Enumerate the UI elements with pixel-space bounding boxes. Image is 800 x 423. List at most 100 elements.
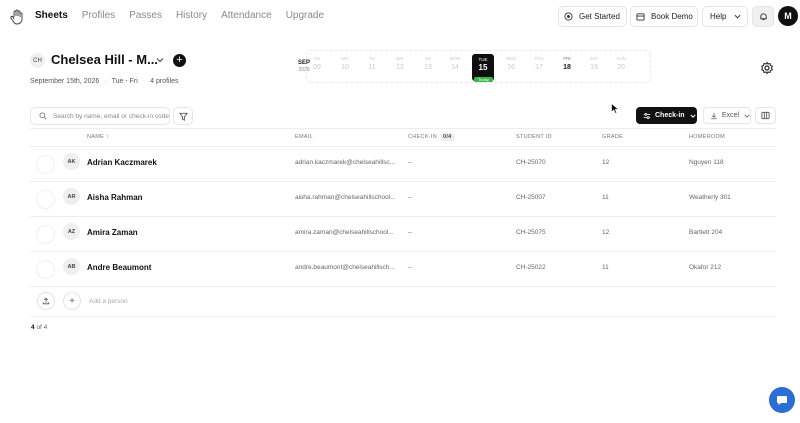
- sheet-profiles: 4 profiles: [150, 78, 179, 85]
- columns-button[interactable]: [755, 107, 776, 124]
- nav-history[interactable]: History: [176, 10, 207, 21]
- person-name[interactable]: Aisha Rahman: [87, 193, 143, 202]
- calendar-day[interactable]: SUN 20: [610, 56, 632, 71]
- person-grade: 12: [602, 159, 610, 166]
- row-select-checkbox[interactable]: [36, 225, 55, 244]
- chevron-down-icon: [734, 14, 741, 19]
- upload-button[interactable]: [37, 292, 55, 310]
- person-grade: 12: [602, 229, 610, 236]
- table-row[interactable]: AZ Amira Zaman amira.zaman@chelseahillsc…: [30, 217, 776, 252]
- column-header-name[interactable]: NAME ↑: [87, 134, 109, 140]
- search-input[interactable]: Search by name, email or check-in code: [30, 107, 170, 125]
- calendar-day[interactable]: TU 11: [361, 56, 383, 71]
- column-header-email[interactable]: EMAIL: [295, 134, 313, 140]
- add-person-row: + Add a person: [30, 287, 776, 317]
- chat-support-button[interactable]: [769, 387, 795, 413]
- excel-export-button[interactable]: Excel: [703, 107, 751, 124]
- person-grade: 11: [602, 264, 609, 271]
- sheet-title[interactable]: Chelsea Hill - M...: [51, 52, 158, 67]
- avatar: AR: [63, 188, 80, 205]
- download-icon: [711, 112, 717, 119]
- person-email: amira.zaman@chelseahillschool...: [295, 229, 394, 236]
- checkin-count-badge: 0/4: [439, 133, 455, 141]
- person-grade: 11: [602, 194, 609, 201]
- row-select-checkbox[interactable]: [36, 260, 55, 279]
- search-placeholder: Search by name, email or check-in code: [53, 112, 169, 120]
- nav-attendance[interactable]: Attendance: [221, 10, 272, 21]
- hand-logo-icon[interactable]: [10, 9, 24, 25]
- sheet-subline: September 15th, 2026 · Tue - Fri · 4 profile…: [30, 78, 179, 85]
- column-header-grade[interactable]: GRADE: [602, 134, 623, 140]
- today-badge: Today: [474, 77, 493, 82]
- table-row[interactable]: AK Adrian Kaczmarek adrian.kaczmarek@che…: [30, 147, 776, 182]
- person-student-id: CH-25070: [516, 159, 546, 166]
- person-email: aisha.rahman@chelseahillschool...: [295, 194, 396, 201]
- nav-passes[interactable]: Passes: [129, 10, 162, 21]
- sort-arrow-icon: ↑: [105, 134, 109, 140]
- notifications-button[interactable]: [752, 6, 774, 27]
- user-avatar[interactable]: M: [778, 6, 798, 26]
- calendar-day[interactable]: FRI 18: [556, 56, 578, 71]
- filter-icon: [178, 112, 188, 121]
- person-checkin[interactable]: –: [408, 194, 412, 201]
- target-icon: [564, 12, 573, 21]
- book-demo-button[interactable]: Book Demo: [630, 6, 698, 27]
- book-demo-label: Book Demo: [651, 12, 693, 21]
- sheet-days: Tue - Fri: [111, 78, 138, 85]
- plus-icon: +: [69, 295, 75, 307]
- help-button[interactable]: Help: [702, 6, 748, 27]
- pager-current: 4: [31, 324, 35, 331]
- person-checkin[interactable]: –: [408, 159, 412, 166]
- person-name[interactable]: Adrian Kaczmarek: [87, 158, 157, 167]
- excel-label: Excel: [721, 112, 740, 119]
- calendar-day[interactable]: MO 10: [334, 56, 356, 71]
- person-name[interactable]: Andre Beaumont: [87, 263, 151, 272]
- column-header-student-id[interactable]: STUDENT ID: [516, 134, 552, 140]
- get-started-label: Get Started: [579, 12, 620, 21]
- upload-icon: [42, 297, 50, 305]
- chevron-down-icon: [744, 114, 750, 118]
- nav-sheets[interactable]: Sheets: [35, 10, 68, 21]
- column-header-checkin[interactable]: CHECK-IN 0/4: [408, 133, 455, 141]
- sheet-date[interactable]: September 15th, 2026: [30, 78, 99, 85]
- calendar-day[interactable]: WE 12: [389, 56, 411, 71]
- bell-icon: [759, 13, 767, 21]
- sliders-icon: [643, 112, 651, 119]
- check-in-button[interactable]: Check-in: [636, 107, 697, 124]
- person-student-id: CH-25075: [516, 229, 546, 236]
- calendar-day[interactable]: THU 17: [528, 56, 550, 71]
- top-nav: Sheets Profiles Passes History Attendanc…: [0, 0, 800, 33]
- column-header-homeroom[interactable]: HOMEROOM: [689, 134, 725, 140]
- person-checkin[interactable]: –: [408, 229, 412, 236]
- person-name[interactable]: Amira Zaman: [87, 228, 138, 237]
- settings-gear-icon[interactable]: [760, 61, 774, 75]
- person-student-id: CH-25022: [516, 264, 546, 271]
- calendar-day[interactable]: SAT 19: [583, 56, 605, 71]
- table-row[interactable]: AR Aisha Rahman aisha.rahman@chelseahill…: [30, 182, 776, 217]
- filter-button[interactable]: [173, 107, 193, 125]
- nav-upgrade[interactable]: Upgrade: [286, 10, 324, 21]
- row-select-checkbox[interactable]: [36, 190, 55, 209]
- person-homeroom: Weatherly 301: [689, 194, 731, 201]
- chevron-down-icon[interactable]: [156, 56, 164, 64]
- pagination: 4 of 4: [31, 324, 47, 331]
- add-person-button[interactable]: +: [63, 292, 81, 310]
- pager-total: of 4: [36, 324, 48, 331]
- chevron-down-icon: [689, 114, 696, 118]
- person-homeroom: Bartlett 204: [689, 229, 723, 236]
- person-homeroom: Nguyen 118: [689, 159, 724, 166]
- table-header: NAME ↑ EMAIL CHECK-IN 0/4 STUDENT ID GRAD…: [30, 128, 776, 147]
- calendar-day[interactable]: WED 16: [500, 56, 522, 71]
- nav-profiles[interactable]: Profiles: [82, 10, 115, 21]
- row-select-checkbox[interactable]: [36, 155, 55, 174]
- search-icon: [39, 112, 47, 120]
- calendar-day[interactable]: SU 13: [417, 56, 439, 71]
- calendar-day[interactable]: SU 09: [310, 56, 324, 71]
- table-row[interactable]: AB Andre Beaumont andre.beaumont@chelsea…: [30, 252, 776, 287]
- add-sheet-button[interactable]: +: [173, 54, 186, 67]
- calendar-day[interactable]: MON 14: [444, 56, 466, 71]
- calendar-icon: [636, 13, 645, 21]
- add-person-label[interactable]: Add a person: [89, 298, 128, 305]
- get-started-button[interactable]: Get Started: [558, 6, 627, 27]
- person-checkin[interactable]: –: [408, 264, 412, 271]
